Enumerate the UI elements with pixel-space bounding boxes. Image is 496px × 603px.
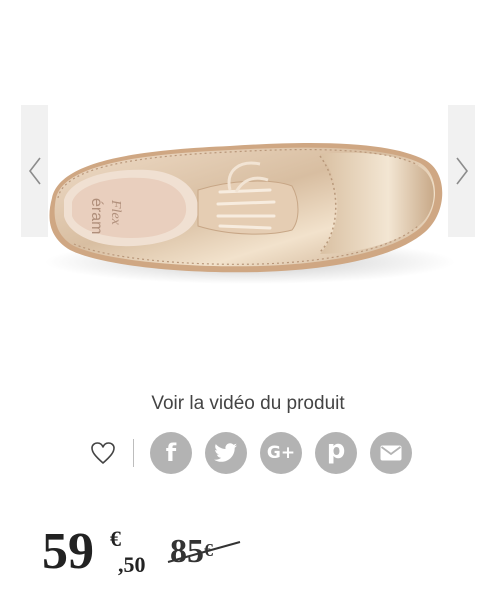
old-price-currency: €	[204, 540, 213, 560]
shoe-illustration: éram Flex	[45, 142, 455, 284]
chevron-right-icon	[455, 157, 468, 185]
pinterest-icon: p	[326, 435, 346, 465]
google-plus-share-button[interactable]: G+	[260, 432, 302, 474]
twitter-icon	[214, 443, 237, 462]
current-price-integer: 59	[42, 523, 94, 580]
insole-script-text: Flex	[108, 199, 123, 226]
product-image[interactable]: éram Flex	[30, 120, 460, 295]
old-price-integer: 85	[170, 533, 204, 570]
current-price-decimals: ,50	[118, 552, 146, 577]
google-plus-icon: G+	[266, 443, 296, 463]
twitter-share-button[interactable]	[205, 432, 247, 474]
wishlist-button[interactable]	[87, 437, 119, 469]
current-price-currency: €	[110, 526, 121, 551]
product-gallery: éram Flex	[0, 0, 496, 370]
facebook-icon: f	[165, 439, 177, 467]
product-video-link[interactable]: Voir la vidéo du produit	[0, 393, 496, 415]
pinterest-share-button[interactable]: p	[315, 432, 357, 474]
gallery-next-button[interactable]	[448, 105, 475, 237]
email-share-button[interactable]	[370, 432, 412, 474]
insole-brand-text: éram	[88, 198, 105, 234]
facebook-share-button[interactable]: f	[150, 432, 192, 474]
email-icon	[380, 445, 402, 461]
share-bar: f G+ p	[87, 432, 412, 474]
old-price: 85€	[167, 532, 241, 572]
share-divider	[133, 439, 134, 467]
heart-outline-icon	[91, 442, 115, 464]
